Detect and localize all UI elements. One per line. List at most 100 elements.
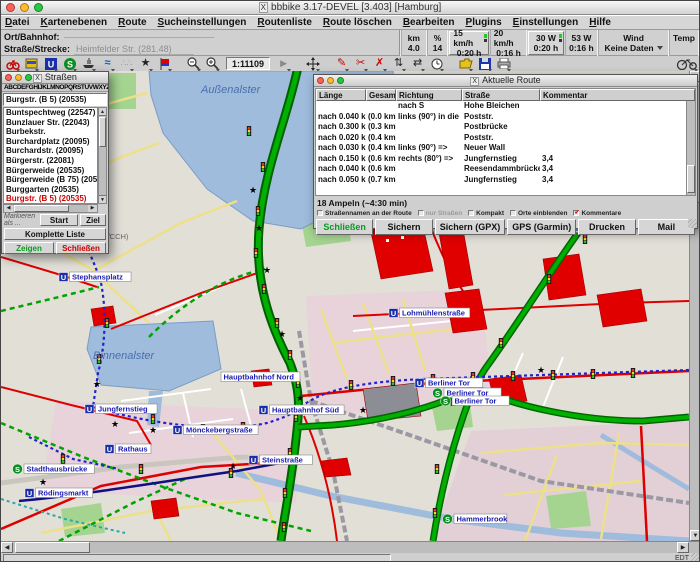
scroll-down-arrow[interactable]: ▼ — [690, 530, 700, 541]
resize-grip[interactable] — [688, 219, 697, 228]
map-horizontal-scrollbar[interactable]: ◀ ▶ — [1, 541, 700, 553]
street-list-item[interactable]: Burggarten (20535) — [4, 185, 97, 195]
menu-route[interactable]: Route — [118, 17, 146, 28]
pan-icon[interactable] — [304, 57, 321, 71]
terrain-layer-icon[interactable]: ∴∴ — [118, 57, 135, 71]
strasse-input[interactable]: Heimfelder Str. (281.48) — [74, 44, 194, 55]
checkbox-icon[interactable] — [468, 210, 474, 216]
street-list-item[interactable]: Burchardplatz (20095) — [4, 137, 97, 147]
menu-kartenebenen[interactable]: Kartenebenen — [40, 17, 107, 28]
zeigen-button[interactable]: Zeigen — [4, 242, 54, 254]
street-list-item[interactable]: Burgstr. (B 5) (20535) — [4, 194, 97, 204]
route-table-row[interactable]: nach 0.040 km(0.0 km)links (90°) in dieP… — [316, 112, 695, 123]
komplette-liste-button[interactable]: Komplette Liste — [4, 228, 106, 240]
power-53-button[interactable]: 53 W0:16 h — [565, 30, 599, 56]
route-table-row[interactable]: nach SHohe Bleichen — [316, 101, 695, 112]
street-list-item[interactable]: Bürgerweide (20535) — [4, 166, 97, 176]
schlie-en-button[interactable]: Schließen — [316, 219, 373, 235]
menu-route-l-schen[interactable]: Route löschen — [323, 17, 392, 28]
menu-hilfe[interactable]: Hilfe — [589, 17, 611, 28]
street-list-item[interactable]: Burchardstr. (20095) — [4, 146, 97, 156]
street-list-item[interactable]: Bunzlauer Str. (22043) — [4, 118, 97, 128]
street-list-item[interactable]: Burbekstr. — [4, 127, 97, 137]
option-checkbox[interactable]: nur Straßen — [418, 210, 462, 217]
sichern-button[interactable]: Sichern — [375, 219, 432, 235]
scroll-thumb[interactable] — [14, 205, 69, 212]
open-folder-icon[interactable] — [457, 57, 474, 71]
scroll-down-arrow[interactable]: ▼ — [99, 195, 106, 203]
clock-icon[interactable] — [428, 57, 445, 71]
checkbox-icon[interactable] — [418, 210, 424, 216]
scroll-thumb[interactable] — [687, 165, 695, 193]
play-arrow-icon[interactable]: ▶ — [275, 57, 292, 71]
scroll-right-arrow[interactable]: ▶ — [677, 542, 689, 553]
menu-einstellungen[interactable]: Einstellungen — [513, 17, 579, 28]
checkbox-icon[interactable] — [317, 210, 323, 216]
wind-dropdown[interactable]: Wind Keine Daten — [598, 30, 669, 56]
menu-datei[interactable]: Datei — [5, 17, 29, 28]
sbahn-layer-icon[interactable]: S — [61, 57, 78, 71]
water-layer-icon[interactable]: ≈ — [99, 57, 116, 71]
ubahn-layer-icon[interactable]: U — [42, 57, 59, 71]
street-list-hscrollbar[interactable]: ◀ ▶ — [3, 204, 98, 213]
scroll-right-arrow[interactable]: ▶ — [88, 205, 97, 212]
pencil-icon[interactable]: ✎ — [333, 57, 350, 71]
scissors-icon[interactable]: ✂ — [352, 57, 369, 71]
swap-icon[interactable]: ⇄ — [409, 57, 426, 71]
option-checkbox[interactable]: Kompakt — [468, 210, 504, 217]
start-button[interactable]: Start — [40, 214, 78, 226]
updown-icon[interactable]: ⇅ — [390, 57, 407, 71]
option-checkbox[interactable]: Straßennamen an der Route — [317, 210, 412, 217]
column-header[interactable]: Kommentar — [540, 89, 695, 101]
alphabet-index[interactable]: ABCDEFGHIJKLMNOPQRSTUVWXYZ — [2, 84, 108, 92]
sichern-gpx--button[interactable]: Sichern (GPX) — [435, 219, 506, 235]
gps-garmin--button[interactable]: GPS (Garmin) — [507, 219, 576, 235]
street-list[interactable]: Buntspechtweg (22547)Bunzlauer Str. (220… — [3, 107, 98, 204]
route-table[interactable]: LängeGesamtRichtungStraßeKommentar nach … — [315, 88, 696, 196]
drucken-button[interactable]: Drucken — [578, 219, 635, 235]
option-checkbox[interactable]: ✔Kommentare — [573, 210, 621, 217]
route-table-row[interactable]: nach 0.040 km(0.6 km)Reesendammbrücke3,4 — [316, 164, 695, 175]
route-table-row[interactable]: nach 0.030 km(0.4 km)links (90°) =>Neuer… — [316, 143, 695, 154]
checkbox-icon[interactable] — [510, 210, 516, 216]
speed-15-button[interactable]: 15 km/h0:20 h — [449, 31, 488, 55]
ferry-layer-icon[interactable] — [80, 57, 97, 71]
zoom-out-icon[interactable] — [185, 57, 202, 71]
scroll-up-arrow[interactable]: ▲ — [99, 108, 106, 116]
print-icon[interactable] — [495, 57, 512, 71]
menu-sucheinstellungen[interactable]: Sucheinstellungen — [158, 17, 247, 28]
scroll-left-arrow[interactable]: ◀ — [1, 542, 13, 553]
column-header[interactable]: Gesamt — [366, 89, 396, 101]
menu-plugins[interactable]: Plugins — [466, 17, 502, 28]
horizontal-scroll-thumb[interactable] — [15, 542, 90, 553]
power-30-button[interactable]: 30 W0:20 h — [528, 31, 563, 55]
streets-window-titlebar[interactable]: XStraßen — [2, 72, 108, 84]
scroll-left-arrow[interactable]: ◀ — [4, 205, 13, 212]
column-header[interactable]: Richtung — [396, 89, 462, 101]
street-list-vscrollbar[interactable]: ▲ ▼ — [98, 107, 107, 204]
zoom-in-icon[interactable] — [204, 57, 221, 71]
ziel-button[interactable]: Ziel — [80, 214, 106, 226]
route-table-row[interactable]: nach 0.020 km(0.4 km)Poststr. — [316, 133, 695, 144]
option-checkbox[interactable]: Orte einblenden — [510, 210, 567, 217]
titlebar[interactable]: Xbbbike 3.17-DEVEL [3.403] [Hamburg] — [1, 1, 699, 15]
street-search-input[interactable]: Burgstr. (B 5) (20535) — [3, 93, 107, 106]
speed-20-button[interactable]: 20 km/h0:16 h — [490, 30, 527, 56]
ort-input[interactable] — [64, 37, 214, 38]
delete-route-icon[interactable]: ✗ — [371, 57, 388, 71]
checkbox-icon[interactable]: ✔ — [573, 210, 579, 216]
route-window-titlebar[interactable]: XAktuelle Route — [314, 75, 697, 87]
flag-layer-icon[interactable] — [156, 57, 173, 71]
bike-layer-icon[interactable] — [4, 57, 21, 71]
menu-bearbeiten[interactable]: Bearbeiten — [403, 17, 455, 28]
schliessen-button[interactable]: Schließen — [56, 242, 106, 254]
route-table-row[interactable]: nach 0.150 km(0.6 km)rechts (80°) =>Jung… — [316, 154, 695, 165]
street-list-item[interactable]: Bürgerweide (B 75) (20535) — [4, 175, 97, 185]
column-header[interactable]: Länge — [316, 89, 366, 101]
route-table-vscrollbar[interactable] — [686, 101, 695, 195]
save-icon[interactable] — [476, 57, 493, 71]
star-layer-icon[interactable]: ★ — [137, 57, 154, 71]
menu-routenliste[interactable]: Routenliste — [257, 17, 311, 28]
bbbike-bike-icon[interactable] — [675, 57, 699, 71]
street-list-item[interactable]: Buntspechtweg (22547) — [4, 108, 97, 118]
